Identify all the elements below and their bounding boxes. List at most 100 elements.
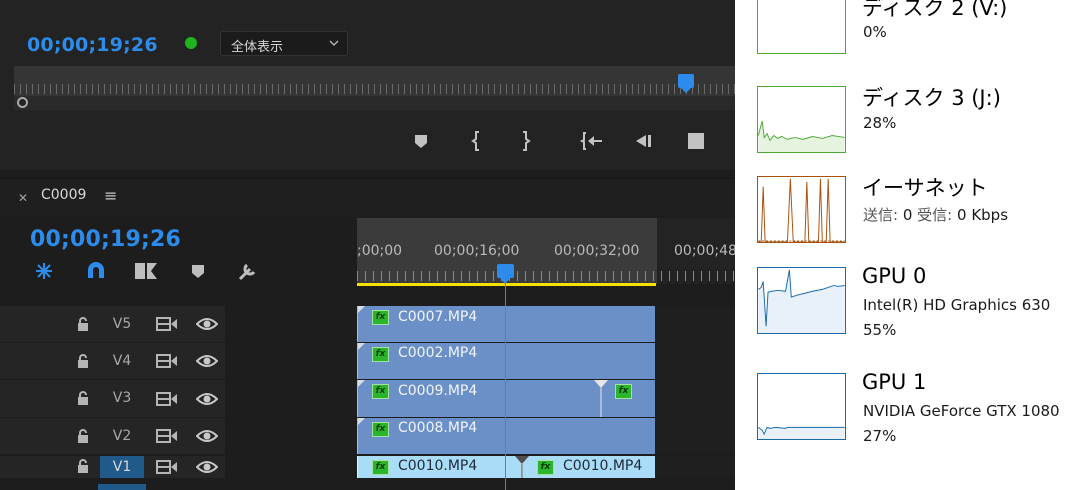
monitor-playhead[interactable] — [678, 74, 694, 93]
clip-selected[interactable]: fx C0010.MP4 — [522, 456, 655, 478]
lock-icon[interactable] — [76, 317, 90, 331]
disk2-usage: 0% — [863, 23, 887, 41]
fx-badge: fx — [372, 347, 389, 362]
gpu1-sparkline — [757, 373, 846, 440]
clip[interactable]: fx C0002.MP4 — [357, 343, 655, 379]
track-lane[interactable]: fx C0008.MP4 — [357, 418, 735, 454]
monitor-zoom-scrollbar[interactable] — [14, 96, 735, 110]
step-back-icon — [636, 135, 651, 147]
ethernet-item[interactable]: イーサネット 送信: 0 受信: 0 Kbps — [735, 170, 1080, 260]
receive-label: 受信: — [917, 206, 953, 224]
track-a1-target[interactable] — [98, 484, 146, 490]
zoom-level-select[interactable]: 全体表示 — [220, 31, 348, 56]
go-to-in-button[interactable] — [579, 128, 605, 154]
disk2-sparkline — [757, 0, 846, 54]
monitor-time-ruler[interactable] — [14, 66, 735, 96]
mark-out-button[interactable] — [512, 128, 538, 154]
clip[interactable]: fx C0008.MP4 — [357, 418, 655, 454]
timeline-timecode[interactable]: 00;00;19;26 — [30, 227, 181, 252]
transition-marker-icon[interactable] — [514, 456, 530, 478]
eye-icon[interactable] — [196, 353, 218, 369]
ruler-label: ;00;00 — [357, 243, 403, 259]
track-lane[interactable]: fx C0010.MP4 fx C0010.MP4 — [357, 456, 735, 478]
magnet-icon — [88, 262, 104, 278]
clip[interactable]: fx C0009.MP4 fx — [357, 380, 655, 417]
snap-nest-icon — [36, 263, 52, 279]
ruler-label: 00;00;32;00 — [554, 243, 640, 259]
linked-selection-button[interactable] — [134, 260, 158, 282]
clip[interactable]: fx C0007.MP4 — [357, 306, 655, 342]
eye-icon[interactable] — [196, 459, 218, 475]
track-lane[interactable]: fx C0007.MP4 — [357, 306, 735, 342]
playhead-line — [505, 283, 506, 490]
eye-icon[interactable] — [196, 316, 218, 332]
disk2-item[interactable]: ディスク 2 (V:) 0% — [735, 0, 1080, 80]
marker-icon — [415, 135, 427, 148]
track-lane[interactable]: fx C0002.MP4 — [357, 343, 735, 379]
disk3-sparkline — [757, 86, 846, 153]
ethernet-sparkline — [757, 176, 846, 243]
eye-icon[interactable] — [196, 428, 218, 444]
ruler-label: 00;00;16;00 — [434, 243, 520, 259]
clip-label: C0010.MP4 — [398, 458, 478, 474]
fx-badge: fx — [372, 310, 389, 325]
eye-icon[interactable] — [196, 391, 218, 407]
ethernet-title: イーサネット — [862, 176, 988, 200]
gpu0-title: GPU 0 — [862, 264, 927, 288]
track-v5: V5 fx C0007.MP4 — [0, 306, 735, 342]
clip-label: C0007.MP4 — [398, 309, 478, 325]
clip-label: C0002.MP4 — [398, 345, 478, 361]
snap-button[interactable] — [84, 260, 108, 282]
disk2-title: ディスク 2 (V:) — [862, 0, 1008, 20]
track-name[interactable]: V5 — [100, 313, 144, 335]
toggle-sync-icon[interactable] — [156, 354, 178, 368]
track-v4: V4 fx C0002.MP4 — [0, 343, 735, 379]
track-v1: V1 fx C0010.MP4 fx C0010.MP4 — [0, 456, 735, 478]
panel-menu-icon[interactable]: ≡ — [104, 186, 117, 205]
toggle-sync-icon[interactable] — [156, 392, 178, 406]
track-name-targeted[interactable]: V1 — [100, 456, 144, 478]
gpu1-item[interactable]: GPU 1 NVIDIA GeForce GTX 1080 27% — [735, 365, 1080, 475]
stop-button[interactable] — [683, 128, 709, 154]
add-marker-button[interactable] — [408, 128, 434, 154]
lock-icon[interactable] — [76, 354, 90, 368]
toggle-sync-icon[interactable] — [156, 429, 178, 443]
toggle-sync-icon[interactable] — [156, 460, 178, 474]
track-name[interactable]: V4 — [100, 350, 144, 372]
close-icon[interactable]: ✕ — [18, 191, 28, 205]
gpu0-usage: 55% — [863, 321, 897, 339]
mark-in-button[interactable] — [464, 128, 490, 154]
wrench-icon — [238, 263, 256, 281]
marker-icon — [192, 265, 204, 278]
sequence-tab-label[interactable]: C0009 — [41, 187, 86, 203]
disk3-item[interactable]: ディスク 3 (J:) 28% — [735, 80, 1080, 170]
program-timecode[interactable]: 00;00;19;26 — [27, 34, 158, 56]
premiere-panel: 00;00;19;26 全体表示 ✕ C0009 ≡ 00;00;19;26 ;… — [0, 0, 735, 490]
timeline-playhead[interactable] — [497, 264, 514, 284]
gpu0-model: Intel(R) HD Graphics 630 — [863, 296, 1051, 314]
track-lane[interactable]: fx C0009.MP4 fx — [357, 380, 735, 417]
clip-label: C0010.MP4 — [563, 458, 643, 474]
send-value: 0 — [902, 206, 913, 224]
transition-marker-icon[interactable] — [593, 380, 609, 417]
track-name[interactable]: V3 — [100, 387, 144, 409]
stop-icon — [688, 133, 704, 149]
lock-icon[interactable] — [76, 459, 90, 473]
nest-icon[interactable] — [32, 260, 56, 282]
lock-icon[interactable] — [76, 429, 90, 443]
track-name[interactable]: V2 — [100, 425, 144, 447]
track-v2: V2 fx C0008.MP4 — [0, 418, 735, 454]
gpu1-model: NVIDIA GeForce GTX 1080 — [863, 402, 1060, 420]
add-marker-timeline-button[interactable] — [188, 260, 212, 282]
lock-icon[interactable] — [76, 391, 90, 405]
chevron-down-icon — [329, 40, 339, 46]
disk3-usage: 28% — [863, 114, 897, 132]
send-label: 送信: — [863, 206, 899, 224]
zoom-scrollbar-handle[interactable] — [17, 97, 28, 108]
ruler-label: 00;00;48 — [674, 243, 735, 259]
step-back-button[interactable] — [631, 128, 657, 154]
toggle-sync-icon[interactable] — [156, 317, 178, 331]
clip-selected[interactable]: fx C0010.MP4 — [357, 456, 522, 478]
gpu0-item[interactable]: GPU 0 Intel(R) HD Graphics 630 55% — [735, 260, 1080, 365]
timeline-settings-button[interactable] — [236, 260, 260, 282]
